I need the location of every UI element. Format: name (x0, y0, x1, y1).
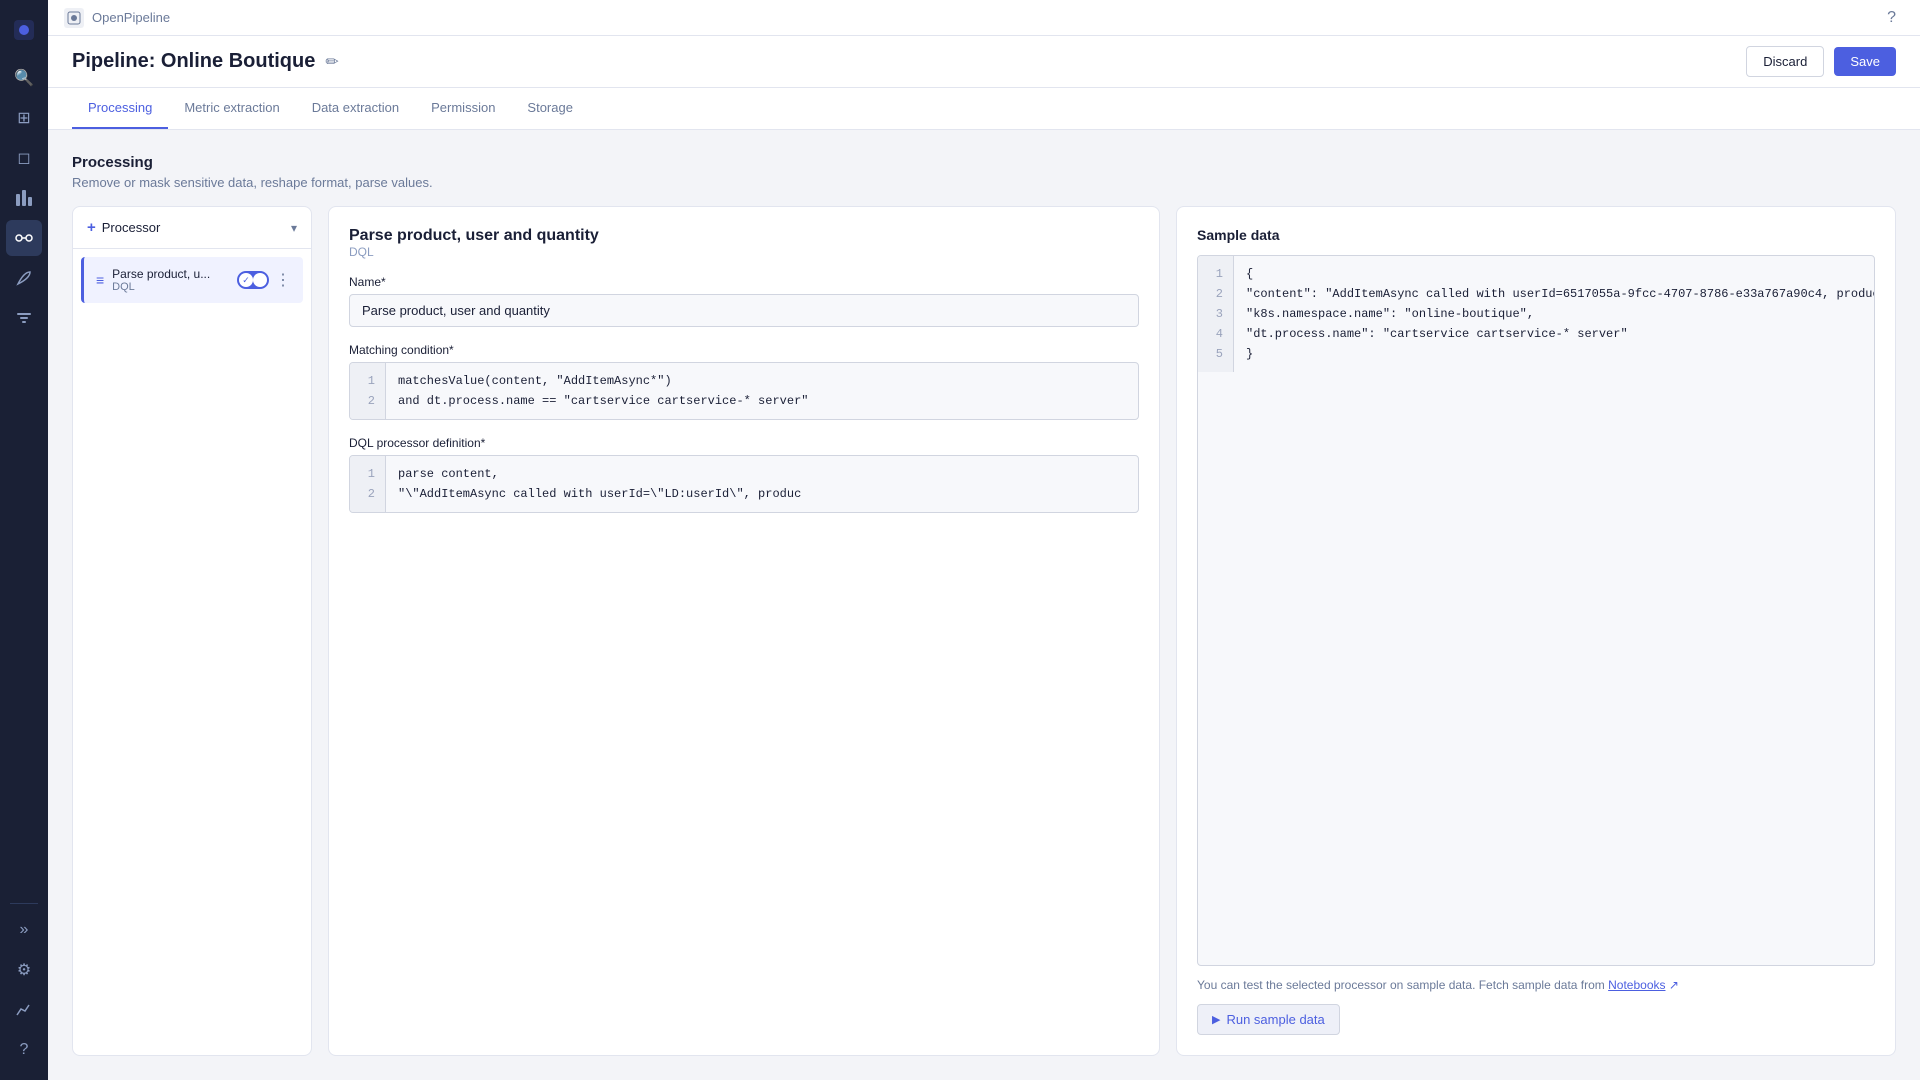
form-panel: Parse product, user and quantity DQL Nam… (328, 206, 1160, 1056)
edit-icon[interactable]: ✏ (325, 52, 338, 72)
tab-storage[interactable]: Storage (511, 88, 589, 129)
processor-drag-icon: ≡ (96, 272, 104, 288)
chevron-down-icon[interactable]: ▾ (291, 221, 297, 235)
line-num-1: 1 (360, 371, 375, 391)
discard-button[interactable]: Discard (1746, 46, 1824, 77)
sample-data-panel: Sample data 1 2 3 4 5 { "content": "Ad (1176, 206, 1896, 1056)
line-num-2: 2 (360, 391, 375, 411)
form-panel-header: Parse product, user and quantity DQL (349, 227, 1139, 259)
processor-panel: + Processor ▾ ≡ Parse product, u... DQL (72, 206, 312, 1056)
help-icon[interactable]: ? (6, 1032, 42, 1068)
add-processor-icon[interactable]: + (87, 219, 96, 236)
matching-label: Matching condition* (349, 343, 1139, 357)
processor-item-info: Parse product, u... DQL (112, 267, 229, 293)
name-input[interactable] (349, 294, 1139, 327)
matching-code-line-1: matchesValue(content, "AddItemAsync*") (398, 371, 1126, 391)
page-title: Pipeline: Online Boutique (72, 50, 315, 73)
chart-icon[interactable] (6, 180, 42, 216)
dql-line-num-2: 2 (360, 484, 375, 504)
tab-permission[interactable]: Permission (415, 88, 511, 129)
analytics-icon[interactable] (6, 992, 42, 1028)
content-area: Processing Remove or mask sensitive data… (48, 130, 1920, 1080)
leaf-icon[interactable] (6, 260, 42, 296)
tab-metric-extraction[interactable]: Metric extraction (168, 88, 295, 129)
dql-code-line-1: parse content, (398, 464, 1126, 484)
sample-line-num-1: 1 (1208, 264, 1223, 284)
filter-icon[interactable] (6, 300, 42, 336)
topbar: Pipeline: Online Boutique ✏ Discard Save (48, 36, 1920, 88)
processor-more-icon[interactable]: ⋮ (275, 270, 291, 290)
sample-line-num-4: 4 (1208, 324, 1223, 344)
app-logo-icon[interactable] (6, 12, 42, 48)
app-logo (64, 8, 84, 28)
name-label: Name* (349, 275, 1139, 289)
form-panel-subtitle: DQL (349, 245, 1139, 259)
sample-code-line-4: "dt.process.name": "cartservice cartserv… (1246, 324, 1862, 344)
matching-condition-editor[interactable]: 1 2 matchesValue(content, "AddItemAsync*… (349, 362, 1139, 420)
main-area: OpenPipeline ? Pipeline: Online Boutique… (48, 0, 1920, 1080)
tab-processing[interactable]: Processing (72, 88, 168, 129)
app-header: OpenPipeline ? (48, 0, 1920, 36)
processor-item-actions: ✓ ⋮ (237, 270, 291, 290)
sidebar: 🔍 ⊞ ◻ » ⚙ ? (0, 0, 48, 1080)
processor-item-name: Parse product, u... (112, 267, 229, 281)
processor-item[interactable]: ≡ Parse product, u... DQL ✓ ⋮ (81, 257, 303, 303)
dql-definition-editor[interactable]: 1 2 parse content, "\"AddItemAsync calle… (349, 455, 1139, 513)
sample-line-num-5: 5 (1208, 344, 1223, 364)
processor-toggle[interactable]: ✓ (237, 271, 269, 289)
sample-code-line-2: "content": "AddItemAsync called with use… (1246, 284, 1862, 304)
dql-code-line-2: "\"AddItemAsync called with userId=\"LD:… (398, 484, 1126, 504)
processor-header-left: + Processor (87, 219, 160, 236)
search-icon[interactable]: 🔍 (6, 60, 42, 96)
sample-footer: You can test the selected processor on s… (1197, 978, 1875, 992)
matching-condition-group: Matching condition* 1 2 matchesValue(con… (349, 343, 1139, 420)
tabs: Processing Metric extraction Data extrac… (48, 88, 1920, 130)
dql-label: DQL processor definition* (349, 436, 1139, 450)
content-row: + Processor ▾ ≡ Parse product, u... DQL (72, 206, 1896, 1056)
app-name: OpenPipeline (64, 8, 170, 28)
box-icon[interactable]: ◻ (6, 140, 42, 176)
notebooks-link[interactable]: Notebooks (1608, 978, 1665, 992)
sample-code-line-5: } (1246, 344, 1862, 364)
tab-data-extraction[interactable]: Data extraction (296, 88, 415, 129)
dql-line-num-1: 1 (360, 464, 375, 484)
form-panel-title: Parse product, user and quantity (349, 227, 1139, 245)
sample-data-title: Sample data (1197, 227, 1875, 243)
sample-line-num-2: 2 (1208, 284, 1223, 304)
section-description: Remove or mask sensitive data, reshape f… (72, 175, 1896, 190)
processor-item-type: DQL (112, 281, 229, 293)
run-sample-button[interactable]: ▶ Run sample data (1197, 1004, 1340, 1035)
sample-footer-text: You can test the selected processor on s… (1197, 978, 1608, 992)
sample-code-line-1: { (1246, 264, 1862, 284)
dql-definition-group: DQL processor definition* 1 2 parse cont… (349, 436, 1139, 513)
processor-header-label: Processor (102, 220, 161, 235)
sample-code-line-3: "k8s.namespace.name": "online-boutique", (1246, 304, 1862, 324)
section-header: Processing Remove or mask sensitive data… (72, 154, 1896, 190)
sample-data-editor: 1 2 3 4 5 { "content": "AddItemAsync cal… (1197, 255, 1875, 966)
settings-icon[interactable]: ⚙ (6, 952, 42, 988)
save-button[interactable]: Save (1834, 47, 1896, 76)
topbar-left: Pipeline: Online Boutique ✏ (72, 50, 339, 73)
expand-icon[interactable]: » (6, 912, 42, 948)
pipeline-icon[interactable] (6, 220, 42, 256)
sample-line-num-3: 3 (1208, 304, 1223, 324)
external-link-icon: ↗ (1669, 978, 1679, 992)
grid-icon[interactable]: ⊞ (6, 100, 42, 136)
topbar-right: Discard Save (1746, 46, 1896, 77)
processor-header: + Processor ▾ (73, 207, 311, 249)
app-help-icon[interactable]: ? (1887, 9, 1896, 27)
play-icon: ▶ (1212, 1013, 1220, 1026)
section-title: Processing (72, 154, 1896, 171)
run-label: Run sample data (1226, 1012, 1324, 1027)
name-field-group: Name* (349, 275, 1139, 327)
matching-code-line-2: and dt.process.name == "cartservice cart… (398, 391, 1126, 411)
